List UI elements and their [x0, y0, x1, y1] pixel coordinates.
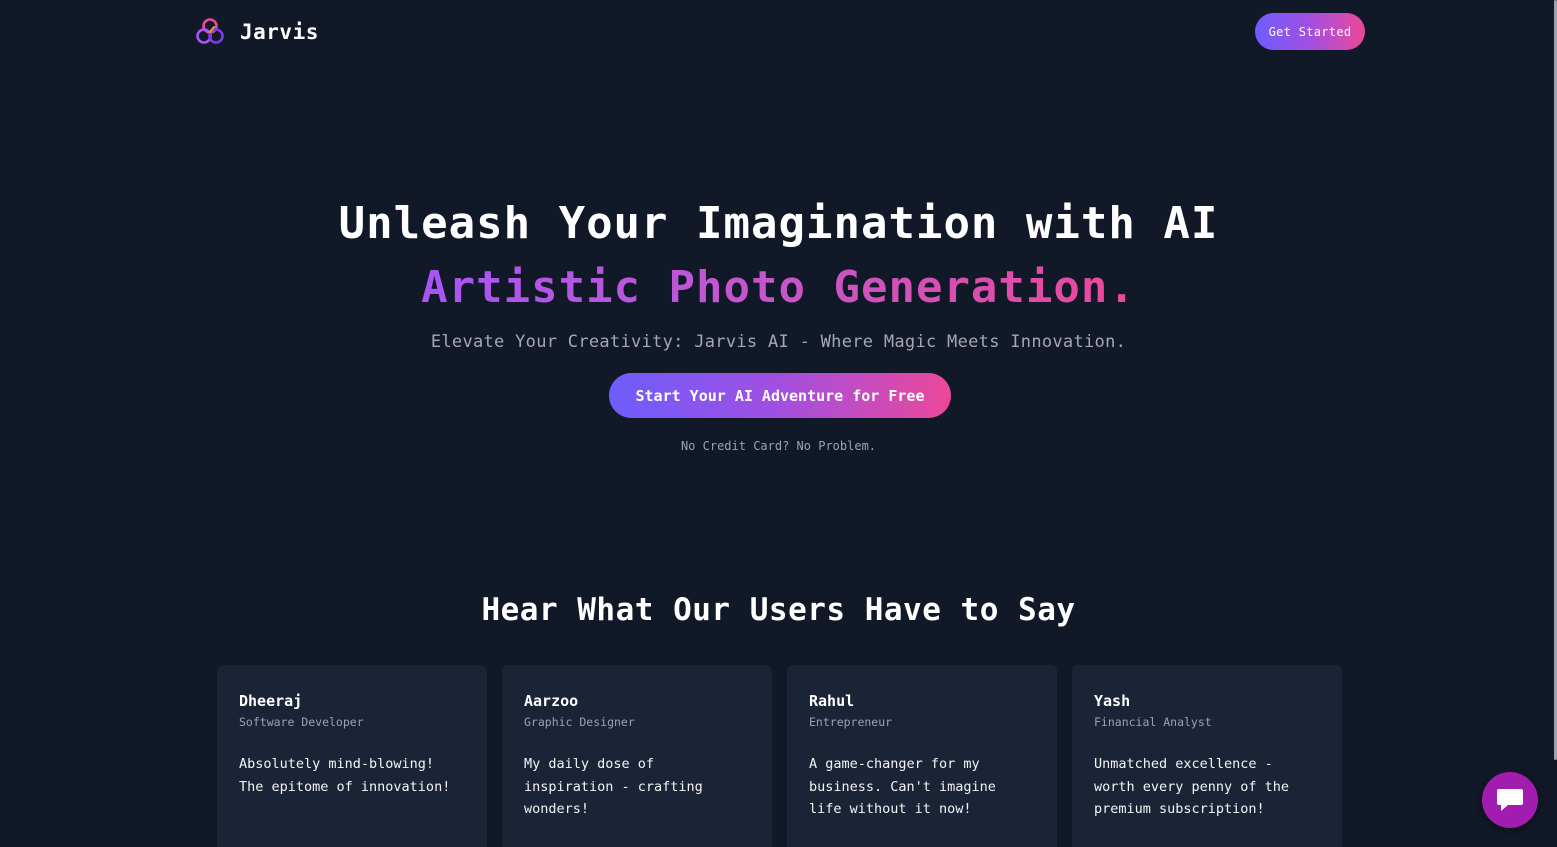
testimonial-card: Dheeraj Software Developer Absolutely mi… — [217, 665, 487, 847]
testimonial-quote: A game-changer for my business. Can't im… — [809, 756, 996, 817]
testimonial-card: Rahul Entrepreneur A game-changer for my… — [787, 665, 1057, 847]
three-rings-logo-icon — [196, 18, 224, 44]
testimonial-card: Yash Financial Analyst Unmatched excelle… — [1072, 665, 1342, 847]
testimonial-role: Entrepreneur — [809, 715, 893, 729]
testimonial-name: Dheeraj — [239, 692, 303, 710]
testimonial-name: Rahul — [809, 692, 855, 710]
top-nav: Jarvis Get Started — [0, 0, 1557, 64]
hero-subtitle-text: Artistic Photo Generation. — [421, 262, 1136, 313]
testimonial-name: Yash — [1094, 692, 1131, 710]
chat-bubble-icon — [1497, 789, 1523, 811]
testimonial-role: Software Developer — [239, 715, 364, 729]
testimonial-card: Aarzoo Graphic Designer My daily dose of… — [502, 665, 772, 847]
hero-subtitle: Artistic Photo Generation. — [0, 260, 1557, 316]
chat-launcher-button[interactable] — [1482, 772, 1538, 828]
no-credit-card-note: No Credit Card? No Problem. — [680, 439, 877, 453]
landing-page: Jarvis Get Started Unleash Your Imaginat… — [0, 0, 1557, 847]
testimonial-quote: Unmatched excellence - worth every penny… — [1094, 756, 1290, 817]
testimonial-role: Graphic Designer — [524, 715, 635, 729]
testimonial-name: Aarzoo — [524, 692, 579, 710]
testimonial-role: Financial Analyst — [1094, 715, 1212, 729]
hero-tagline: Elevate Your Creativity: Jarvis AI - Whe… — [430, 332, 1127, 352]
testimonials-title: Hear What Our Users Have to Say — [481, 592, 1076, 628]
brand-logo-link[interactable]: Jarvis — [194, 16, 319, 48]
brand-name: Jarvis — [240, 20, 319, 44]
hero-title: Unleash Your Imagination with AI — [338, 198, 1219, 249]
start-free-button[interactable]: Start Your AI Adventure for Free — [609, 373, 951, 418]
testimonial-cards: Dheeraj Software Developer Absolutely mi… — [217, 665, 1342, 847]
get-started-button[interactable]: Get Started — [1255, 13, 1365, 50]
testimonial-quote: Absolutely mind-blowing! The epitome of … — [239, 756, 451, 795]
testimonial-quote: My daily dose of inspiration - crafting … — [524, 756, 703, 817]
